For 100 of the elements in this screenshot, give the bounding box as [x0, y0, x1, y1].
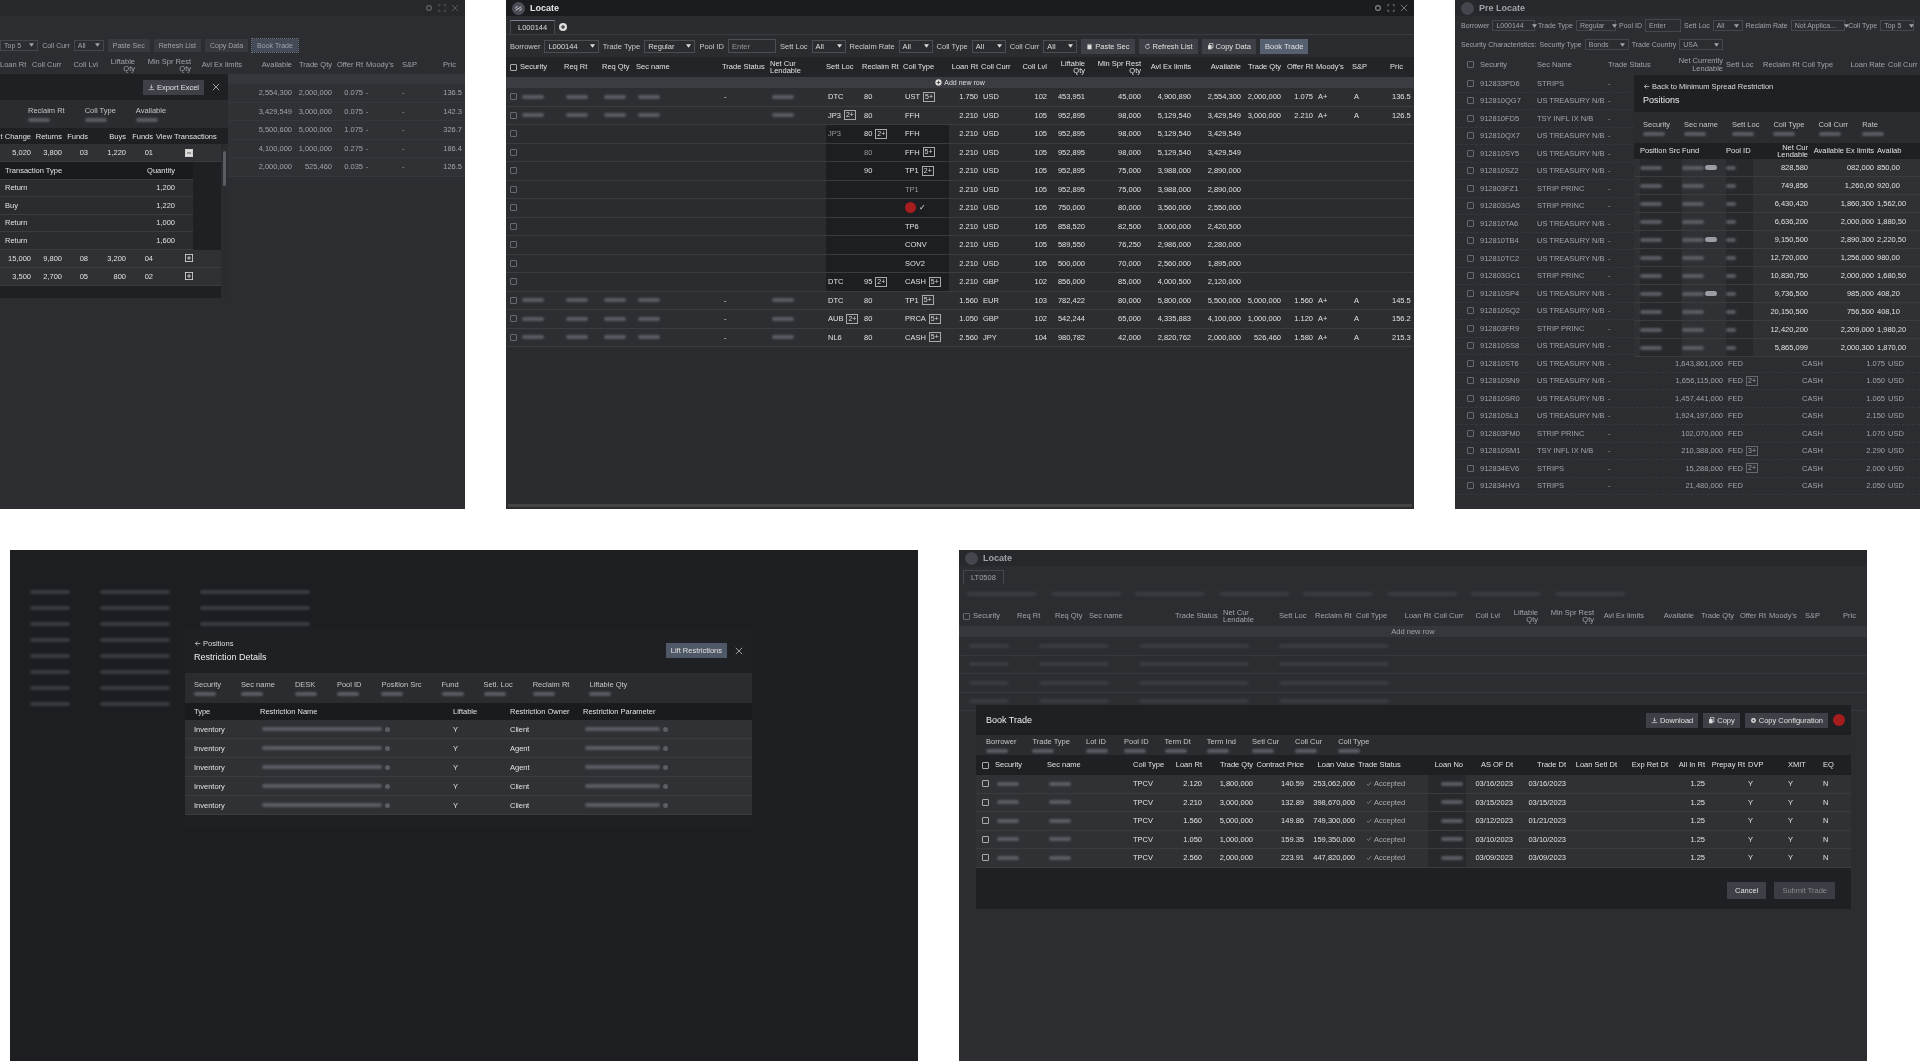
blurred-bar [294, 692, 317, 696]
checkbox[interactable] [509, 148, 517, 156]
close-icon[interactable] [212, 83, 220, 91]
checkbox[interactable] [509, 63, 517, 71]
blurred-bar [589, 692, 612, 696]
blurred-bar [1731, 131, 1754, 136]
caret-icon [996, 44, 1002, 48]
checkbox[interactable] [982, 761, 989, 769]
checkbox[interactable] [1466, 412, 1474, 420]
checkbox[interactable] [509, 130, 517, 138]
app-logo-icon [965, 551, 978, 565]
dialog-title: Restriction Details [194, 652, 268, 662]
checkbox[interactable] [1466, 289, 1474, 297]
blurred-bar [194, 692, 216, 696]
info-icon[interactable] [663, 783, 668, 789]
checkbox[interactable] [1466, 377, 1474, 385]
checkbox[interactable] [1466, 219, 1474, 227]
info-icon[interactable] [385, 764, 390, 770]
checkbox[interactable] [1466, 394, 1474, 402]
checkbox[interactable] [1466, 79, 1474, 87]
info-icon[interactable] [385, 783, 390, 789]
checkbox[interactable] [1466, 359, 1474, 367]
close-icon[interactable] [735, 646, 743, 655]
check-icon [1366, 799, 1372, 806]
checkbox[interactable] [982, 798, 989, 806]
info-icon[interactable] [663, 802, 668, 808]
info-icon[interactable] [385, 802, 390, 808]
blurred-bar [1640, 255, 1662, 260]
info-icon[interactable] [385, 745, 390, 751]
checkbox[interactable] [1466, 342, 1474, 350]
checkbox[interactable] [982, 854, 989, 862]
checkbox[interactable] [1466, 464, 1474, 472]
settings-icon[interactable] [425, 4, 433, 12]
checkbox[interactable] [1466, 202, 1474, 210]
blurred-bar [1726, 219, 1736, 224]
blurred-bar [1682, 219, 1704, 224]
checkbox[interactable] [1466, 184, 1474, 192]
checkbox[interactable] [1466, 149, 1474, 157]
checkbox[interactable] [1466, 237, 1474, 245]
checkbox[interactable] [509, 241, 517, 249]
avatar[interactable] [1833, 714, 1845, 726]
checkbox[interactable] [962, 612, 970, 620]
checkbox[interactable] [509, 167, 517, 175]
blurred-bar [1862, 131, 1885, 136]
checkbox[interactable] [509, 185, 517, 193]
checkbox[interactable] [509, 315, 517, 323]
blurred-bar [1295, 749, 1318, 753]
checkbox[interactable] [1466, 324, 1474, 332]
checkbox[interactable] [1466, 132, 1474, 140]
checkbox[interactable] [509, 278, 517, 286]
checkbox[interactable] [1466, 167, 1474, 175]
checkbox[interactable] [1466, 254, 1474, 262]
caret-icon [589, 44, 595, 48]
checkbox[interactable] [982, 780, 989, 788]
add-tab-icon[interactable] [559, 22, 568, 31]
blurred-bar [1682, 309, 1704, 314]
maximize-icon[interactable] [438, 4, 446, 12]
caret-icon [923, 44, 929, 48]
checkbox[interactable] [1466, 114, 1474, 122]
blurred-bar [1726, 345, 1736, 350]
info-icon[interactable] [663, 726, 668, 732]
checkbox[interactable] [1466, 307, 1474, 315]
add-icon [935, 79, 943, 86]
maximize-icon[interactable] [1387, 4, 1395, 12]
blurred-bar [1441, 837, 1463, 842]
info-icon[interactable] [663, 745, 668, 751]
close-icon[interactable] [1400, 4, 1408, 12]
checkbox[interactable] [982, 835, 989, 843]
checkbox[interactable] [1466, 482, 1474, 490]
blurred-bar [1049, 818, 1071, 823]
checkbox[interactable] [509, 111, 517, 119]
checkbox[interactable] [509, 93, 517, 101]
info-icon[interactable] [385, 726, 390, 732]
blurred-bar [532, 692, 555, 696]
download-icon [1650, 716, 1658, 724]
checkbox[interactable] [1466, 272, 1474, 280]
back-arrow-icon [1643, 83, 1650, 90]
blurred-bar [1726, 201, 1736, 206]
caret-icon [1619, 42, 1625, 47]
checkbox[interactable] [509, 204, 517, 212]
info-icon[interactable] [663, 764, 668, 770]
gear-icon [1749, 716, 1757, 724]
checkbox[interactable] [982, 817, 989, 825]
scroll-thumb[interactable] [223, 151, 226, 186]
checkbox[interactable] [1466, 61, 1474, 68]
expand-icon[interactable] [184, 272, 193, 280]
checkbox[interactable] [509, 259, 517, 267]
blurred-bar [483, 692, 506, 696]
checkbox[interactable] [509, 333, 517, 341]
checkbox[interactable] [1466, 447, 1474, 455]
checkbox[interactable] [1466, 429, 1474, 437]
expand-icon[interactable] [184, 254, 193, 262]
settings-icon[interactable] [1374, 4, 1382, 12]
blurred-bar [28, 118, 50, 122]
collapse-icon[interactable] [184, 148, 193, 157]
checkbox[interactable] [509, 222, 517, 230]
checkbox[interactable] [509, 296, 517, 304]
window-title: Locate [530, 3, 559, 13]
caret-icon [686, 44, 692, 48]
checkbox[interactable] [1466, 97, 1474, 105]
